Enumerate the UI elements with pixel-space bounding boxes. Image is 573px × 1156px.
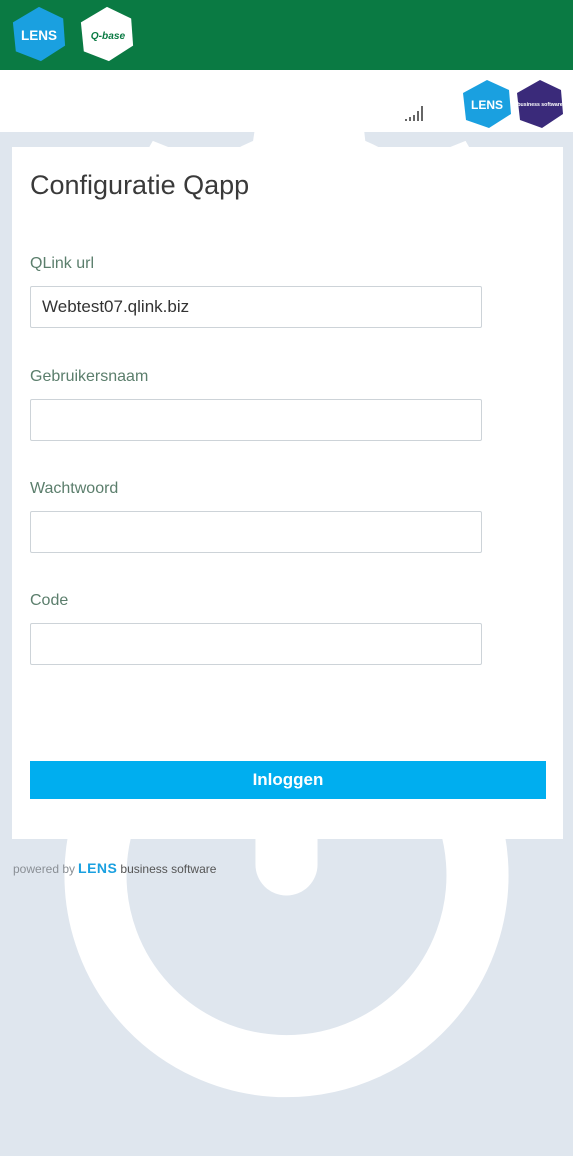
page-title: Configuratie Qapp <box>30 170 250 200</box>
footer-powered-by: powered by LENS business software <box>13 860 216 876</box>
code-label: Code <box>30 592 69 609</box>
qlink-url-input[interactable] <box>30 286 482 328</box>
username-input[interactable] <box>30 399 482 441</box>
footer-lens-text: LENS <box>78 860 118 876</box>
lens-logo-text: LENS <box>21 28 57 43</box>
qbase-logo: Q-base <box>78 5 136 63</box>
qbase-logo-text: Q-base <box>91 31 126 42</box>
qlink-url-label: QLink url <box>30 255 95 272</box>
signal-strength-icon <box>404 100 428 122</box>
lens-brand-logo: LENS <box>461 79 513 129</box>
password-input[interactable] <box>30 511 482 553</box>
lens-logo: LENS <box>10 5 68 63</box>
username-label: Gebruikersnaam <box>30 368 149 385</box>
password-label: Wachtwoord <box>30 480 119 497</box>
footer-business-software-text: business software <box>120 862 217 876</box>
login-button[interactable]: Inloggen <box>30 761 546 799</box>
business-software-logo: business software <box>515 79 565 129</box>
code-input[interactable] <box>30 623 482 665</box>
lens-brand-text: LENS <box>471 98 503 112</box>
business-software-text: business software <box>517 102 562 108</box>
footer-powered-by-text: powered by <box>13 862 76 876</box>
